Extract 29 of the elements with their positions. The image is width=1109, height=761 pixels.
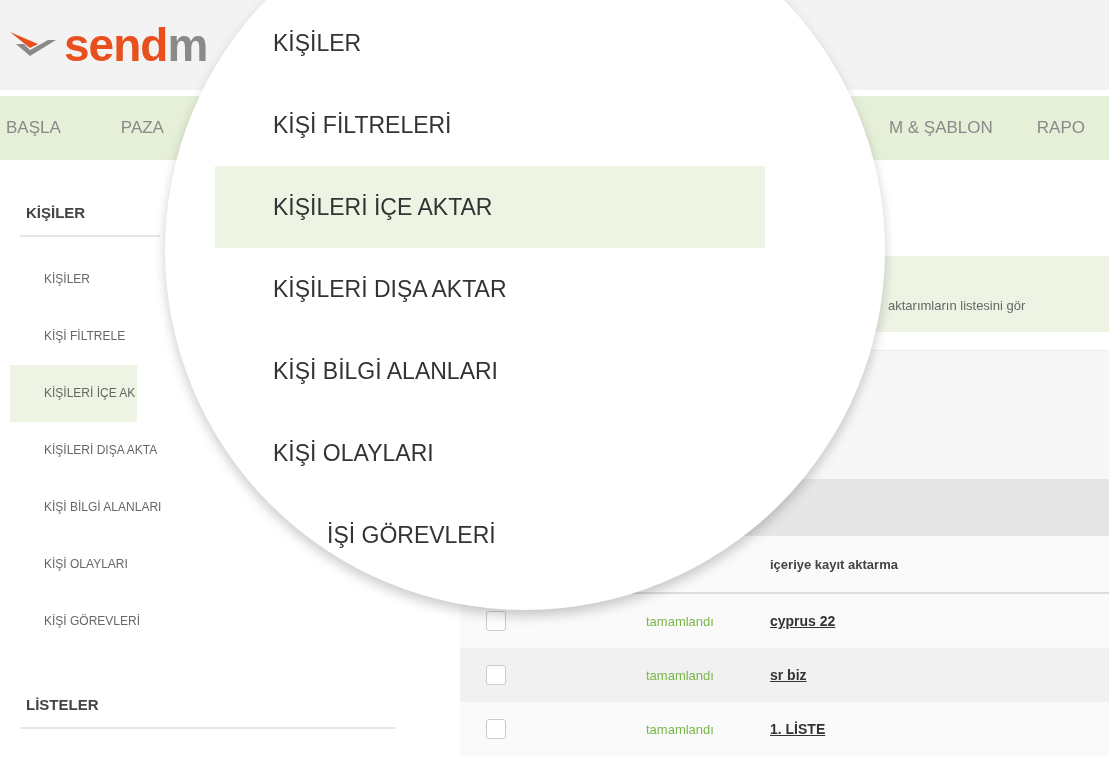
sidebar-item[interactable]: KİŞİLERİ İÇE AK bbox=[10, 365, 138, 422]
menu-item[interactable]: KİŞİ BİLGİ ALANLARI bbox=[215, 330, 765, 412]
import-link[interactable]: sr biz bbox=[770, 667, 807, 683]
menu-item[interactable]: İŞİ GÖREVLERİ bbox=[215, 494, 765, 576]
menu-item[interactable]: KİŞİ FİLTRELERİ bbox=[215, 84, 765, 166]
sidebar-item[interactable]: KİŞİLER bbox=[10, 251, 93, 308]
sidebar-item[interactable]: KİŞİ FİLTRELE bbox=[10, 308, 128, 365]
logo-text: send bbox=[64, 18, 168, 72]
section-title: KİŞİLER bbox=[25, 203, 87, 223]
sidebar-item[interactable]: KİŞİLERİ DIŞA AKTA bbox=[10, 422, 160, 479]
menu-item[interactable]: KİŞİLERİ DIŞA AKTAR bbox=[215, 248, 765, 330]
sidebar-item[interactable]: KİŞİ GÖREVLERİ bbox=[10, 593, 143, 650]
section-title: LİSTELER bbox=[25, 695, 100, 715]
import-link[interactable]: cyprus 22 bbox=[770, 613, 836, 629]
menu-item[interactable]: KİŞİ OLAYLARI bbox=[215, 412, 765, 494]
sidebar-item[interactable]: KİŞİ BİLGİ ALANLARI bbox=[10, 479, 164, 536]
status-text: tamamlandı bbox=[646, 667, 715, 683]
logo-text: m bbox=[167, 18, 209, 72]
status-text: tamamlandı bbox=[646, 721, 715, 737]
row-checkbox[interactable] bbox=[486, 719, 506, 739]
row-checkbox[interactable] bbox=[486, 611, 506, 631]
import-link[interactable]: 1. LİSTE bbox=[770, 721, 826, 737]
menu-item[interactable]: KİŞİLERİ İÇE AKTAR bbox=[215, 166, 765, 248]
row-checkbox[interactable] bbox=[486, 665, 506, 685]
menu-item[interactable]: KİŞİLER bbox=[215, 2, 765, 84]
sidebar-item[interactable]: KİŞİ OLAYLARI bbox=[10, 536, 130, 593]
notice-text: aktarımların listesini gör bbox=[888, 296, 1026, 313]
status-text: tamamlandı bbox=[646, 613, 715, 629]
column-header: içeriye kayıt aktarma bbox=[770, 556, 898, 572]
